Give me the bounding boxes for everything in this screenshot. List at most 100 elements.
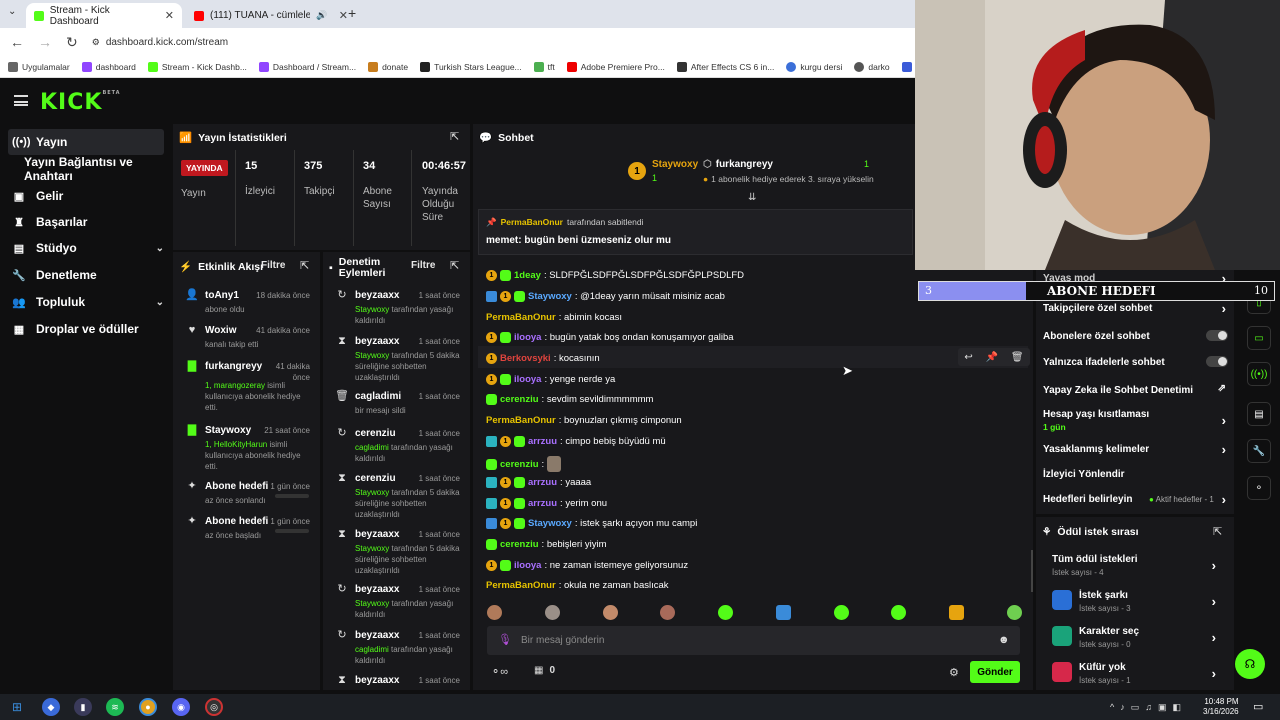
new-tab-icon[interactable]: + bbox=[348, 5, 356, 21]
tab-list-chevron-icon[interactable]: ⌄ bbox=[8, 6, 16, 17]
bookmark-tft[interactable]: tft bbox=[533, 61, 555, 72]
bookmark-coinm[interactable]: coinm bbox=[901, 61, 915, 72]
reward-song-request[interactable]: İstek şarkı İstek sayısı - 3 › bbox=[1079, 590, 1218, 613]
bookmark-dashboard[interactable]: dashboard bbox=[81, 61, 136, 72]
settings-gear-icon[interactable]: ⚙ bbox=[949, 666, 959, 679]
url-field[interactable]: ⚙ dashboard.kick.com/stream bbox=[92, 37, 228, 48]
popout-icon[interactable]: ⇱ bbox=[300, 259, 309, 272]
chat-message[interactable]: 1 ilooya: ne zaman istemeye geliyorsunuz bbox=[486, 560, 688, 571]
chat-message[interactable]: PermaBanOnur: okula ne zaman baslıcak bbox=[486, 580, 669, 591]
share-icon[interactable]: ⚬ bbox=[1247, 476, 1271, 500]
chat-message[interactable]: 1 ilooya: yenge nerde ya bbox=[486, 374, 615, 385]
app-icon[interactable]: ◆ bbox=[42, 698, 60, 716]
nav-denetleme[interactable]: 🔧 Denetleme bbox=[8, 262, 164, 288]
setting-goals[interactable]: Hedefleri belirleyin ● Aktif hedefler - 1… bbox=[1043, 492, 1228, 507]
clock[interactable]: 10:48 PM 3/16/2026 bbox=[1203, 697, 1239, 717]
chat-message[interactable]: 1 arrzuu: yerim onu bbox=[486, 498, 607, 509]
chat-icon[interactable]: ▭ bbox=[1247, 326, 1271, 350]
emote-icon[interactable] bbox=[833, 605, 849, 620]
chat-message[interactable]: 1 Berkovsyki: kocasının bbox=[486, 353, 600, 364]
emote-icon[interactable] bbox=[544, 605, 560, 620]
reply-icon[interactable]: ↩ bbox=[964, 352, 972, 363]
bookmark-dashboard-stream[interactable]: Dashboard / Stream... bbox=[258, 61, 356, 72]
bookmark-darko[interactable]: darko bbox=[854, 61, 890, 72]
bookmark-stream-kick[interactable]: Stream - Kick Dashb... bbox=[147, 61, 247, 72]
top-gifter-name[interactable]: Staywoxy bbox=[652, 159, 698, 170]
delete-icon[interactable]: 🗑 bbox=[1011, 352, 1024, 363]
setting-banned-words[interactable]: Yasaklanmış kelimeler › bbox=[1043, 442, 1228, 457]
chat-scrollbar[interactable] bbox=[1031, 550, 1033, 592]
reload-icon[interactable]: ↻ bbox=[66, 34, 78, 51]
chat-message[interactable]: 1 1deay: SLDFPĞLSDFPĞLSDFPĞLSDFĞPLPSDLFD bbox=[486, 270, 744, 281]
bookmark-after-effects[interactable]: After Effects CS 6 in... bbox=[676, 61, 774, 72]
support-headset-icon[interactable]: ☊ bbox=[1235, 649, 1265, 679]
emote-icon[interactable] bbox=[891, 605, 907, 620]
back-icon[interactable]: ← bbox=[10, 34, 24, 50]
close-tab-icon[interactable]: ✕ bbox=[165, 9, 174, 22]
chat-message[interactable]: 1 arrzuu: yaaaa bbox=[486, 477, 591, 488]
kick-logo[interactable]: KICKBETA bbox=[40, 90, 121, 115]
site-info-icon[interactable]: ⚙ bbox=[92, 37, 100, 48]
activity-filter-button[interactable]: Filtre bbox=[261, 260, 285, 271]
nav-yayin[interactable]: ((•)) Yayın bbox=[8, 129, 164, 155]
discord-icon[interactable]: ◉ bbox=[172, 698, 190, 716]
send-button[interactable]: Gönder bbox=[970, 661, 1020, 683]
nav-topluluk[interactable]: 👥 Topluluk ⌄ bbox=[8, 289, 164, 315]
bookmark-apps[interactable]: Uygulamalar bbox=[8, 61, 70, 72]
chat-message[interactable]: 1 arrzuu: cimpo bebiş büyüdü mü bbox=[486, 436, 666, 447]
emoji-icon[interactable]: ☻ bbox=[998, 634, 1010, 646]
menu-icon[interactable] bbox=[14, 95, 28, 106]
emote-icon[interactable] bbox=[602, 605, 618, 620]
nav-basarilar[interactable]: ♜ Başarılar bbox=[8, 209, 164, 235]
bookmark-turkish-stars[interactable]: Turkish Stars League... bbox=[420, 61, 522, 72]
pin-icon[interactable]: 📌 bbox=[986, 352, 998, 363]
pinned-message[interactable] bbox=[478, 209, 913, 255]
setting-account-age[interactable]: Hesap yaşı kısıtlaması 1 gün › bbox=[1043, 409, 1228, 432]
tab-youtube[interactable]: (111) TUANA - cümlelerim 🔊 ✕ bbox=[186, 3, 356, 28]
setting-emote-only[interactable]: Yalnızca ifadelerle sohbet bbox=[1043, 356, 1228, 368]
setting-subs-only[interactable]: Abonelere özel sohbet bbox=[1043, 330, 1228, 342]
emote-icon[interactable] bbox=[487, 605, 502, 620]
reward-no-swearing[interactable]: Küfür yok İstek sayısı - 1 › bbox=[1079, 662, 1218, 685]
obs-icon[interactable]: ◎ bbox=[205, 698, 223, 716]
notification-icon[interactable]: ▭ bbox=[1253, 700, 1263, 713]
chat-message[interactable]: 1 Staywoxy: @1deay yarın müsait misiniz a… bbox=[486, 291, 725, 302]
chat-message[interactable]: cerenziu: bebişleri yiyim bbox=[486, 539, 606, 550]
chrome-icon[interactable]: ● bbox=[139, 698, 157, 716]
popout-icon[interactable]: ⇱ bbox=[1213, 525, 1222, 538]
windows-start-icon[interactable]: ⊞ bbox=[8, 698, 26, 716]
gifter-2[interactable]: ⬡ furkangreyy bbox=[703, 159, 773, 170]
nav-gelir[interactable]: ▣ Gelir bbox=[8, 183, 164, 209]
chat-message[interactable]: PermaBanOnur: boynuzları çıkmış cimponun bbox=[486, 415, 682, 426]
broadcast-icon[interactable]: ((•)) bbox=[1247, 362, 1271, 386]
chat-message[interactable]: cerenziu: bbox=[486, 456, 562, 472]
tab-kick-dashboard[interactable]: Stream - Kick Dashboard ✕ bbox=[26, 3, 182, 28]
nav-studyo[interactable]: ▤ Stüdyo ⌄ bbox=[8, 235, 164, 261]
system-tray-icons[interactable]: ^♪▭♫▣◧ bbox=[1110, 702, 1187, 713]
collapse-icon[interactable]: ⇊ bbox=[748, 192, 756, 203]
chat-message[interactable]: PermaBanOnur: abimin kocası bbox=[486, 312, 622, 323]
setting-followers-only[interactable]: Takipçilere özel sohbet › bbox=[1043, 301, 1228, 316]
app-icon[interactable]: ▮ bbox=[74, 698, 92, 716]
close-tab-icon[interactable]: ✕ bbox=[339, 9, 348, 22]
emote-icon[interactable] bbox=[775, 605, 791, 620]
reward-all[interactable]: Tüm ödül istekleri İstek sayısı - 4 › bbox=[1052, 554, 1218, 577]
emote-icon[interactable] bbox=[949, 605, 965, 620]
toggle-switch[interactable] bbox=[1206, 330, 1228, 341]
popout-icon[interactable]: ⇱ bbox=[450, 130, 459, 143]
popout-icon[interactable]: ⇱ bbox=[450, 259, 459, 272]
moderation-filter-button[interactable]: Filtre bbox=[411, 260, 435, 271]
emote-icon[interactable] bbox=[660, 605, 676, 620]
nav-droplar[interactable]: ▦ Droplar ve ödüller bbox=[8, 316, 164, 342]
chat-message[interactable]: 1 Staywoxy: istek şarkı açıyon mu campi bbox=[486, 518, 697, 529]
spotify-icon[interactable]: ≋ bbox=[106, 698, 124, 716]
bookmark-premiere[interactable]: Adobe Premiere Pro... bbox=[566, 61, 665, 72]
reward-character-select[interactable]: Karakter seç İstek sayısı - 0 › bbox=[1079, 626, 1218, 649]
points-counter[interactable]: ▦ 0 bbox=[534, 665, 555, 676]
chat-message[interactable]: 1 ilooya: bugün yatak boş ondan konuşamıy… bbox=[486, 332, 734, 343]
nav-stream-key[interactable]: Yayın Bağlantısı ve Anahtarı bbox=[8, 155, 170, 183]
printer-icon[interactable]: ▤ bbox=[1247, 402, 1271, 426]
channel-points-icon[interactable]: ⚬∞ bbox=[491, 665, 508, 678]
bookmark-kurgu[interactable]: kurgu dersi bbox=[786, 61, 842, 72]
wrench-icon[interactable]: 🔧 bbox=[1247, 439, 1271, 463]
